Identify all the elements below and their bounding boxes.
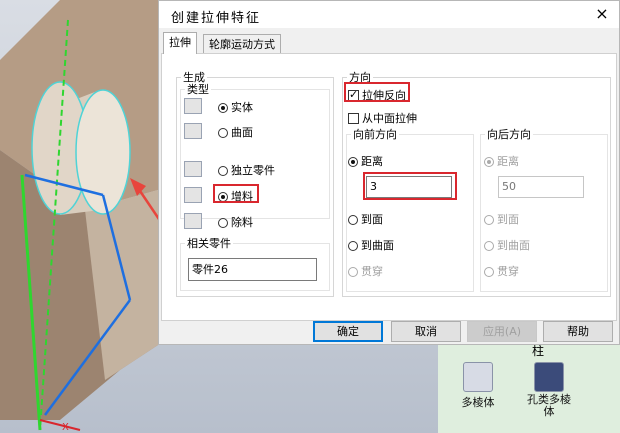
cancel-button[interactable]: 取消 <box>391 321 461 342</box>
palette-item-hole-prism[interactable]: 孔类多棱 体 <box>518 362 580 418</box>
axis-x-label: X <box>62 422 69 433</box>
group-backward-legend: 向后方向 <box>487 128 531 141</box>
prism-icon <box>463 362 493 392</box>
radio-remove-material[interactable]: 除料 <box>218 214 253 230</box>
radio-backward-to-face-label: 到面 <box>497 213 519 226</box>
add-material-icon <box>184 187 202 203</box>
radio-independent-label: 独立零件 <box>231 164 275 177</box>
radio-backward-through[interactable]: 贯穿 <box>484 263 519 279</box>
radio-forward-through-indicator <box>348 267 358 277</box>
dialog-title: 创建拉伸特征 <box>171 11 262 26</box>
highlight-reverse <box>344 82 410 102</box>
radio-forward-distance[interactable]: 距离 <box>348 153 383 169</box>
radio-remove-label: 除料 <box>231 216 253 229</box>
dialog-body: 拉伸 轮廓运动方式 生成 类型 实体 曲面 独立零件 增料 除料 相关零件 零件… <box>159 28 619 344</box>
radio-independent-part[interactable]: 独立零件 <box>218 162 275 178</box>
checkbox-from-middle-label: 从中面拉伸 <box>362 112 417 125</box>
surface-icon <box>184 123 202 139</box>
radio-backward-distance-indicator <box>484 157 494 167</box>
close-button[interactable]: × <box>593 5 611 23</box>
highlight-forward-distance <box>363 172 457 200</box>
radio-backward-through-indicator <box>484 267 494 277</box>
hole-prism-icon <box>534 362 564 392</box>
radio-backward-to-curved-label: 到曲面 <box>497 239 530 252</box>
radio-forward-distance-indicator <box>348 157 358 167</box>
radio-surface-label: 曲面 <box>231 126 253 139</box>
radio-surface[interactable]: 曲面 <box>218 124 253 140</box>
radio-backward-to-face-indicator <box>484 215 494 225</box>
radio-backward-to-curved-face[interactable]: 到曲面 <box>484 237 530 253</box>
feature-palette: 柱 多棱体 孔类多棱 体 <box>438 340 620 433</box>
radio-forward-to-curved-label: 到曲面 <box>361 239 394 252</box>
radio-independent-indicator <box>218 166 228 176</box>
extrude-feature-dialog: 创建拉伸特征 × 拉伸 轮廓运动方式 生成 类型 实体 曲面 独立零件 增料 除… <box>158 0 620 345</box>
checkbox-from-middle-box <box>348 113 359 124</box>
radio-solid[interactable]: 实体 <box>218 99 253 115</box>
radio-backward-to-face[interactable]: 到面 <box>484 211 519 227</box>
radio-forward-through-label: 贯穿 <box>361 265 383 278</box>
independent-part-icon <box>184 161 202 177</box>
radio-forward-to-curved-indicator <box>348 241 358 251</box>
axis-red <box>39 419 81 431</box>
radio-remove-indicator <box>218 218 228 228</box>
radio-forward-to-face-label: 到面 <box>361 213 383 226</box>
checkbox-from-middle[interactable]: 从中面拉伸 <box>348 110 417 126</box>
apply-button[interactable]: 应用(A) <box>467 321 537 342</box>
radio-forward-to-curved-face[interactable]: 到曲面 <box>348 237 394 253</box>
solid-icon <box>184 98 202 114</box>
radio-solid-indicator <box>218 103 228 113</box>
radio-backward-to-curved-indicator <box>484 241 494 251</box>
highlight-add-material <box>213 184 259 203</box>
ok-button[interactable]: 确定 <box>313 321 383 342</box>
radio-forward-to-face[interactable]: 到面 <box>348 211 383 227</box>
related-part-field[interactable]: 零件26 <box>188 258 317 281</box>
tab-panel-extrude: 生成 类型 实体 曲面 独立零件 增料 除料 相关零件 零件26 方向 ✓拉伸反… <box>161 53 617 321</box>
radio-forward-distance-label: 距离 <box>361 155 383 168</box>
radio-backward-distance[interactable]: 距离 <box>484 153 519 169</box>
tab-profile-motion[interactable]: 轮廓运动方式 <box>203 34 281 53</box>
radio-forward-through[interactable]: 贯穿 <box>348 263 383 279</box>
backward-distance-input[interactable]: 50 <box>498 176 584 198</box>
radio-forward-to-face-indicator <box>348 215 358 225</box>
radio-solid-label: 实体 <box>231 101 253 114</box>
group-related-legend: 相关零件 <box>187 237 231 250</box>
radio-backward-distance-label: 距离 <box>497 155 519 168</box>
group-type-legend: 类型 <box>187 83 209 96</box>
palette-item-prism[interactable]: 多棱体 <box>456 362 500 410</box>
group-forward-legend: 向前方向 <box>353 128 397 141</box>
radio-backward-through-label: 贯穿 <box>497 265 519 278</box>
help-button[interactable]: 帮助 <box>543 321 613 342</box>
radio-surface-indicator <box>218 128 228 138</box>
dialog-titlebar[interactable]: 创建拉伸特征 × <box>159 1 619 28</box>
remove-material-icon <box>184 213 202 229</box>
tab-extrude[interactable]: 拉伸 <box>163 32 197 54</box>
